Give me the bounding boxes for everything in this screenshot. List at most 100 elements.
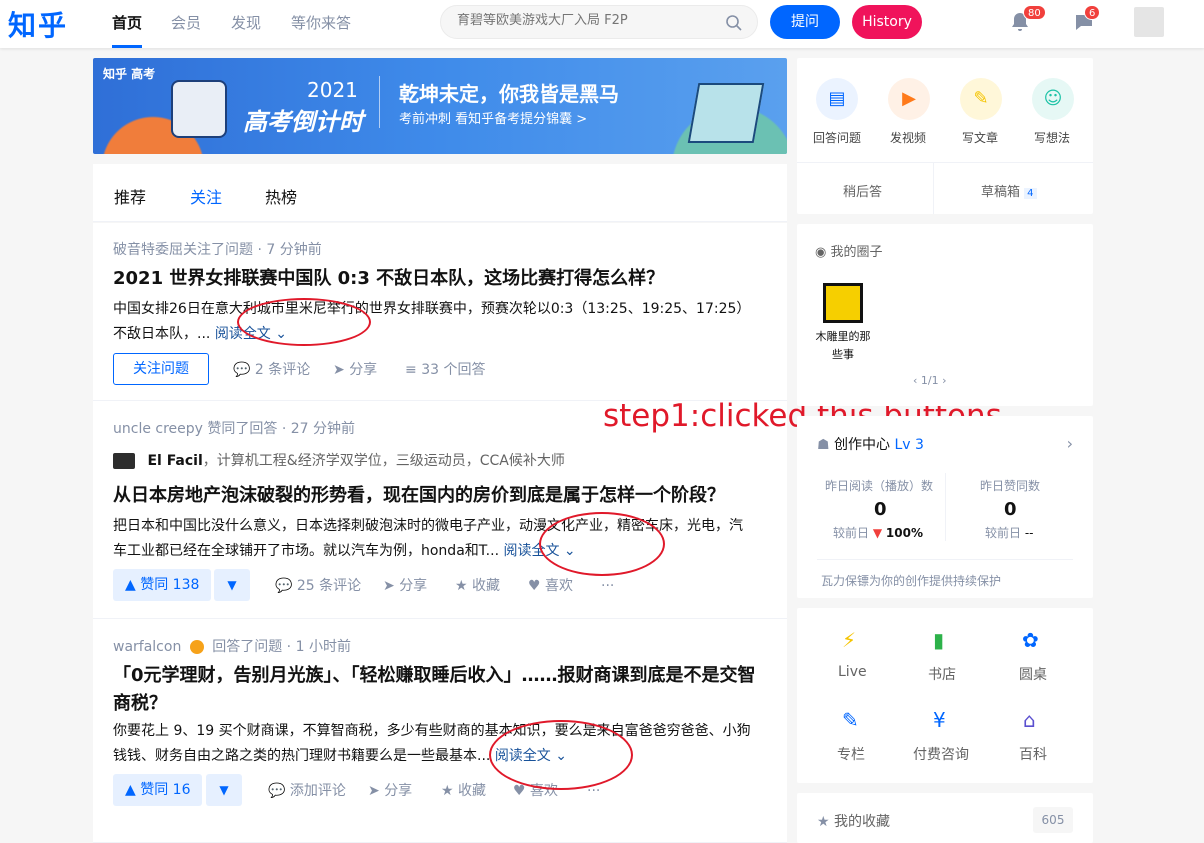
feed-tabs: 推荐 关注 热榜 (93, 164, 787, 222)
chevron-right-icon[interactable]: › (1067, 434, 1073, 453)
item-meta: uncle creepy 赞同了回答 · 27 分钟前 (113, 421, 356, 437)
zhihu-logo[interactable]: 知乎 (8, 4, 68, 44)
upvote-button[interactable]: ▲ 赞同 138 (113, 569, 212, 601)
annotation-circle (489, 720, 633, 790)
answer-icon[interactable]: ▤ (816, 78, 858, 120)
tab-follow[interactable]: 关注 (190, 184, 222, 208)
bookstore-icon[interactable]: ▮ (933, 628, 944, 652)
video-icon[interactable]: ▶ (888, 78, 930, 120)
item-actions: ▲ 赞同 138 ▼ 💬 25 条评论 ➤ 分享 ★ 收藏 ♥ 喜欢 ··· (113, 569, 753, 603)
circle-icon: ◉ (815, 245, 827, 260)
banner-sub[interactable]: 考前冲刺 看知乎备考提分锦囊 > (399, 108, 587, 127)
service-wiki[interactable]: 百科 (1019, 744, 1047, 764)
item-actions: 关注问题 💬 2 条评论 ➤ 分享 ≡ 33 个回答 (113, 353, 753, 387)
collect-button[interactable]: ★ 收藏 (441, 774, 486, 808)
create-idea[interactable]: 写想法 (1034, 129, 1070, 146)
tab-recommend[interactable]: 推荐 (114, 184, 146, 208)
service-roundtable[interactable]: 圆桌 (1019, 664, 1047, 684)
share-icon: ➤ (333, 362, 345, 378)
item-title[interactable]: 「0元学理财，告别月光族」、「轻松赚取睡后收入」……报财商课到底是不是交智商税？ (113, 662, 763, 718)
stat-read-value: 0 (874, 499, 887, 520)
search-box[interactable] (440, 5, 758, 39)
meta-user[interactable]: warfalcon (113, 639, 181, 655)
banner-brand: 知乎 高考 (103, 67, 156, 81)
comment-button[interactable]: 💬 2 条评论 (233, 353, 310, 387)
user-avatar[interactable] (1134, 7, 1164, 37)
item-actions: ▲ 赞同 16 ▼ 💬 添加评论 ➤ 分享 ★ 收藏 ♥ 喜欢 ··· (113, 774, 753, 808)
stat-vote-label: 昨日赞同数 (980, 479, 1041, 493)
stat-vote-value: 0 (1004, 499, 1017, 520)
circle-avatar[interactable] (823, 283, 863, 323)
circle-pager: ‹ 1/1 › (913, 374, 947, 387)
stat-vote-compare: 较前日 -- (985, 526, 1034, 540)
circle-name[interactable]: 木雕里的那些事 (813, 328, 873, 364)
wiki-icon[interactable]: ⌂ (1023, 708, 1036, 732)
write-icon[interactable]: ✎ (960, 78, 1002, 120)
creator-icon: ☗ (817, 437, 830, 453)
drafts[interactable]: 草稿箱 4 (981, 181, 1037, 200)
answers-button[interactable]: ≡ 33 个回答 (405, 353, 485, 387)
upvote-button[interactable]: ▲ 赞同 16 (113, 774, 203, 806)
later-answer[interactable]: 稍后答 (843, 181, 882, 200)
create-article[interactable]: 写文章 (962, 129, 998, 146)
author-name[interactable]: El Facil (147, 453, 202, 469)
create-card: ▤ 回答问题 ▶ 发视频 ✎ 写文章 ☺ 写想法 稍后答 草稿箱 4 (797, 58, 1093, 214)
service-column[interactable]: 专栏 (837, 744, 865, 764)
favorites-count: 605 (1033, 807, 1073, 833)
ask-button[interactable]: 提问 (770, 5, 840, 39)
consult-icon[interactable]: ¥ (933, 708, 946, 732)
author-bio: ，计算机工程&经济学双学位，三级运动员，CCA候补大师 (202, 453, 565, 469)
nav-explore[interactable]: 发现 (231, 0, 261, 48)
favorites-label[interactable]: ★ 我的收藏 (817, 811, 890, 831)
create-answer[interactable]: 回答问题 (813, 129, 861, 146)
annotation-circle (539, 512, 665, 576)
downvote-button[interactable]: ▼ (214, 569, 250, 601)
service-bookstore[interactable]: 书店 (928, 664, 956, 684)
comment-icon: 💬 (233, 362, 251, 378)
nav-waiting[interactable]: 等你来答 (291, 0, 351, 48)
item-title[interactable]: 从日本房地产泡沫破裂的形势看，现在国内的房价到底是属于怎样一个阶段？ (113, 482, 725, 510)
circles-title: ◉ 我的圈子 (815, 245, 883, 260)
item-title[interactable]: 2021 世界女排联赛中国队 0:3 不敌日本队，这场比赛打得怎么样？ (113, 265, 664, 293)
notification-badge: 80 (1023, 5, 1046, 20)
nav-vip[interactable]: 会员 (171, 0, 201, 48)
favorites-card[interactable]: ★ 我的收藏 605 (797, 793, 1093, 843)
roundtable-icon[interactable]: ✿ (1022, 628, 1039, 652)
like-button[interactable]: ♥ 喜欢 (528, 569, 573, 603)
creator-header[interactable]: ☗ 创作中心 Lv 3 (817, 434, 924, 454)
service-consult[interactable]: 付费咨询 (913, 744, 969, 764)
share-button[interactable]: ➤ 分享 (333, 353, 377, 387)
service-live[interactable]: Live (838, 664, 867, 680)
protect-text[interactable]: 瓦力保镖为你的创作提供持续保护 (821, 572, 1001, 589)
stat-read-compare: 较前日 ▼ 100% (833, 526, 923, 540)
share-button[interactable]: ➤ 分享 (383, 569, 427, 603)
column-icon[interactable]: ✎ (842, 708, 859, 732)
comment-button[interactable]: 💬 25 条评论 (275, 569, 361, 603)
annotation-circle (237, 298, 371, 346)
tab-hot[interactable]: 热榜 (265, 184, 297, 208)
stat-read-label: 昨日阅读（播放）数 (825, 479, 934, 493)
item-excerpt[interactable]: 你要花上 9、19 买个财商课，不算智商税，多少有些财商的基本知识，要么是来自富… (113, 719, 753, 769)
circles-card: ◉ 我的圈子 木雕里的那些事 ‹ 1/1 › (797, 224, 1093, 406)
excerpt-text: 你要花上 9、19 买个财商课，不算智商税，多少有些财商的基本知识，要么是来自富… (113, 723, 751, 764)
collect-button[interactable]: ★ 收藏 (455, 569, 500, 603)
star-icon: ★ (817, 814, 830, 830)
search-input[interactable] (457, 13, 717, 28)
follow-question-button[interactable]: 关注问题 (113, 353, 209, 385)
idea-icon[interactable]: ☺ (1032, 78, 1074, 120)
downvote-button[interactable]: ▼ (206, 774, 242, 806)
author-avatar[interactable] (113, 453, 135, 469)
comment-button[interactable]: 💬 添加评论 (268, 774, 346, 808)
item-excerpt[interactable]: 中国女排26日在意大利城市里米尼举行的世界女排联赛中，预赛次轮以0:3（13:2… (113, 297, 753, 347)
feed-list: 破音特委屈关注了问题 · 7 分钟前 2021 世界女排联赛中国队 0:3 不敌… (93, 223, 787, 843)
banner-headline: 乾坤未定，你我皆是黑马 (399, 82, 619, 106)
live-icon[interactable]: ⚡ (842, 628, 856, 652)
top-header: 知乎 首页 会员 发现 等你来答 提问 History 80 6 (0, 0, 1204, 48)
share-button[interactable]: ➤ 分享 (368, 774, 412, 808)
feed-item: warfalcon 回答了问题 · 1 小时前 「0元学理财，告别月光族」、「轻… (93, 620, 787, 843)
history-button[interactable]: History (852, 5, 922, 39)
gaokao-banner[interactable]: 知乎 高考 2021 高考倒计时 乾坤未定，你我皆是黑马 考前冲刺 看知乎备考提… (93, 58, 787, 154)
create-video[interactable]: 发视频 (890, 129, 926, 146)
nav-home[interactable]: 首页 (112, 0, 143, 48)
search-icon[interactable] (725, 14, 743, 32)
